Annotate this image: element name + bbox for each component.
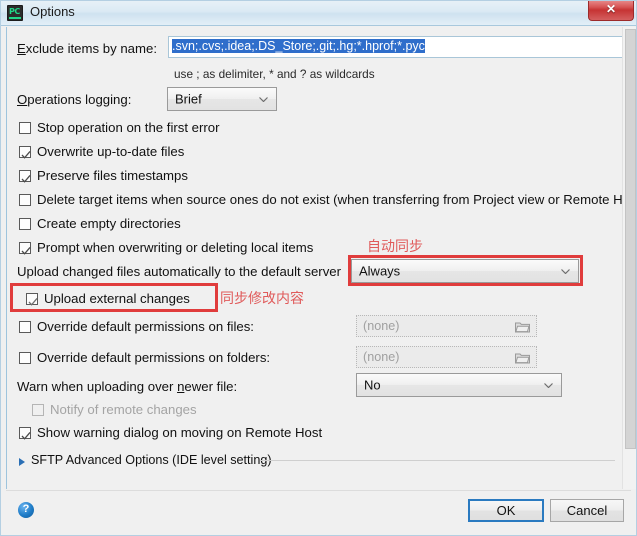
operations-logging-select[interactable]: Brief [167, 87, 277, 111]
chevron-down-icon [259, 97, 268, 102]
close-icon: ✕ [605, 2, 617, 16]
checkbox-label: Override default permissions on folders: [37, 350, 271, 365]
exclude-items-input[interactable]: .svn;.cvs;.idea;.DS_Store;.git;.hg;*.hpr… [168, 36, 624, 58]
warn-newer-file-value: No [364, 377, 381, 393]
checkbox-label: Overwrite up-to-date files [37, 144, 185, 159]
override-permissions-files-value: (none) [363, 319, 400, 333]
sftp-advanced-options-label: SFTP Advanced Options (IDE level setting… [31, 453, 272, 467]
exclude-items-hint: use ; as delimiter, * and ? as wildcards [174, 67, 375, 81]
check-icon [21, 171, 31, 183]
checkbox-label: Show warning dialog on moving on Remote … [37, 425, 323, 440]
check-icon [21, 147, 31, 159]
checkbox-box [19, 321, 31, 333]
warn-newer-file-select[interactable]: No [356, 373, 562, 397]
exclude-items-value: .svn;.cvs;.idea;.DS_Store;.git;.hg;*.hpr… [172, 39, 425, 53]
ok-button[interactable]: OK [468, 499, 544, 522]
upload-changed-files-select[interactable]: Always [351, 259, 579, 283]
chevron-right-icon [19, 458, 25, 466]
annotation-auto-sync: 自动同步 [367, 239, 423, 255]
dialog-footer: ? OK Cancel [6, 490, 631, 530]
upload-changed-files-label: Upload changed files automatically to th… [17, 264, 342, 279]
checkbox-label: Delete target items when source ones do … [37, 192, 630, 207]
checkbox-box [19, 427, 31, 440]
checkbox-box [19, 242, 31, 255]
operations-logging-value: Brief [175, 91, 202, 107]
override-permissions-folders-value: (none) [363, 350, 400, 364]
override-permissions-folders-input[interactable]: (none) [356, 346, 537, 368]
close-button[interactable]: ✕ [588, 0, 634, 21]
checkbox-box [19, 122, 31, 134]
check-icon [28, 294, 38, 306]
checkbox-box [19, 352, 31, 364]
checkbox-box [19, 194, 31, 206]
pycharm-icon: PC [7, 5, 23, 21]
annotation-sync-modified-content: 同步修改内容 [220, 291, 304, 307]
vertical-scrollbar[interactable] [622, 27, 637, 489]
check-icon [21, 243, 31, 255]
warn-newer-file-label: Warn when uploading over newer file: [17, 379, 238, 394]
checkbox-label: Prompt when overwriting or deleting loca… [37, 240, 314, 255]
title-bar: PC Options ✕ [0, 0, 637, 26]
checkbox-label: Create empty directories [37, 216, 181, 231]
vertical-scrollbar-thumb[interactable] [625, 29, 636, 449]
checkbox-box [19, 170, 31, 183]
cancel-button[interactable]: Cancel [550, 499, 624, 522]
checkbox-box [32, 404, 44, 416]
exclude-items-label: Exclude items by name: [17, 41, 157, 56]
checkbox-label: Upload external changes [44, 291, 190, 306]
chevron-down-icon [544, 383, 553, 388]
options-content-panel: Exclude items by name: .svn;.cvs;.idea;.… [6, 27, 631, 489]
checkbox-box [26, 293, 38, 306]
operations-logging-label: Operations logging: [17, 92, 132, 107]
help-icon[interactable]: ? [18, 502, 34, 518]
chevron-down-icon [561, 269, 570, 274]
folder-icon[interactable] [515, 320, 530, 333]
checkbox-label: Stop operation on the first error [37, 120, 220, 135]
checkbox-box [19, 146, 31, 159]
check-icon [21, 428, 31, 440]
folder-icon[interactable] [515, 351, 530, 364]
options-dialog: PC Options ✕ Exclude items by name: .svn… [0, 0, 637, 536]
checkbox-label: Notify of remote changes [50, 402, 197, 417]
checkbox-label: Preserve files timestamps [37, 168, 188, 183]
section-divider [260, 460, 615, 461]
window-title: Options [30, 4, 75, 19]
checkbox-box [19, 218, 31, 230]
checkbox-label: Override default permissions on files: [37, 319, 254, 334]
upload-changed-files-value: Always [359, 263, 401, 279]
override-permissions-files-input[interactable]: (none) [356, 315, 537, 337]
